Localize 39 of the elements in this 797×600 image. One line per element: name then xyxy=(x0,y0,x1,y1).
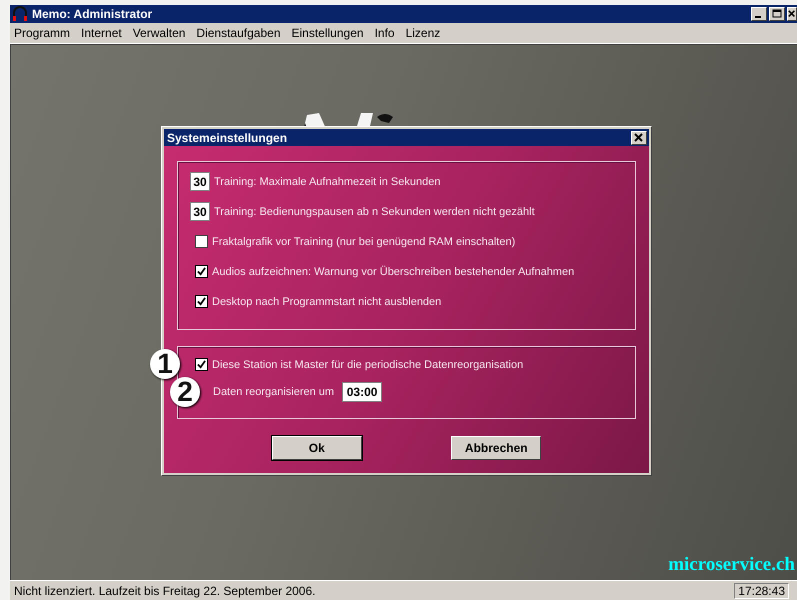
time-field[interactable]: 03:00 xyxy=(342,382,382,402)
checkbox[interactable] xyxy=(195,295,208,308)
callout-number: 1 xyxy=(150,349,180,379)
menu-item[interactable]: Einstellungen xyxy=(292,26,364,40)
headphones-icon xyxy=(12,6,28,22)
minimize-icon xyxy=(755,16,761,18)
window-title: Memo: Administrator xyxy=(32,7,152,21)
checkbox-label: Desktop nach Programmstart nicht ausblenden xyxy=(212,296,442,308)
field-label: Daten reorganisieren um xyxy=(213,386,334,398)
status-clock: 17:28:43 xyxy=(734,582,789,598)
close-button[interactable] xyxy=(787,7,797,21)
menu-item[interactable]: Verwalten xyxy=(132,26,186,40)
close-icon xyxy=(634,132,644,142)
checkbox-label: Diese Station ist Master für die periodische Datenreorganisation xyxy=(212,358,524,370)
menu-item[interactable]: Internet xyxy=(81,26,122,40)
menu-item[interactable]: Info xyxy=(374,26,395,40)
number-field[interactable]: 30 xyxy=(190,202,210,221)
field-label: Training: Maximale Aufnahmezeit in Sekunden xyxy=(214,176,440,188)
menu-item[interactable]: Lizenz xyxy=(406,26,440,40)
menu-item[interactable]: Dienstaufgaben xyxy=(196,26,280,40)
maximize-button[interactable] xyxy=(769,7,785,21)
menu-item[interactable]: Programm xyxy=(14,26,70,40)
checkbox[interactable] xyxy=(195,265,208,278)
close-button[interactable] xyxy=(631,130,647,144)
checkbox[interactable] xyxy=(195,358,208,371)
dialog-title: Systemeinstellungen xyxy=(167,130,288,144)
field-label: Training: Bedienungspausen ab n Sekunden werden nicht gezählt xyxy=(214,206,535,218)
checkbox-label: Audios aufzeichnen: Warnung vor Überschreiben bestehender Aufnahmen xyxy=(212,266,574,278)
minimize-button[interactable] xyxy=(751,7,767,21)
maximize-icon xyxy=(772,9,782,19)
number-field[interactable]: 30 xyxy=(190,172,210,191)
ok-button[interactable]: Ok xyxy=(272,436,362,460)
cancel-button[interactable]: Abbrechen xyxy=(451,436,542,460)
status-message: Nicht lizenziert. Laufzeit bis Freitag 22. September 2006. xyxy=(14,584,316,598)
callout-number: 2 xyxy=(170,377,200,407)
close-icon xyxy=(788,9,796,19)
checkbox[interactable] xyxy=(195,235,208,248)
checkbox-label: Fraktalgrafik vor Training (nur bei genügend RAM einschalten) xyxy=(212,236,516,248)
brand-text: microservice.ch xyxy=(668,554,795,576)
